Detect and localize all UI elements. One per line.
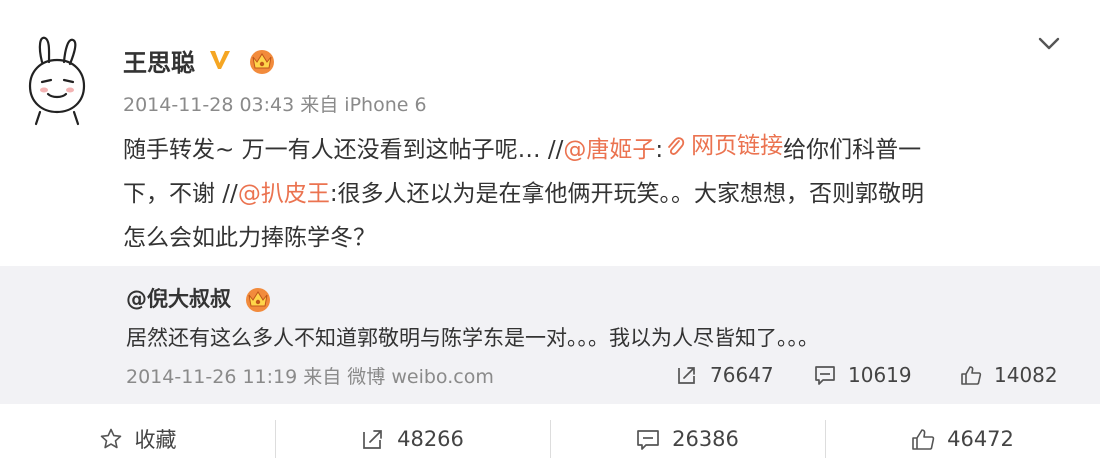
repost-comment-count[interactable]: 10619: [814, 360, 912, 390]
post-meta: 2014-11-28 03:43 来自 iPhone 6: [123, 90, 427, 117]
post-line-3: 怎么会如此力捧陈学冬？: [123, 225, 376, 251]
author-row: 王思聪: [123, 38, 279, 82]
reposted-content[interactable]: @倪大叔叔 居然还有这么多人不知道郭敬明与陈学东是一对。。。我以为人尽皆知了。。…: [0, 266, 1100, 404]
favorite-button[interactable]: 收藏: [0, 404, 275, 474]
like-count: 46472: [947, 427, 1014, 451]
comment-icon: [815, 366, 835, 385]
vip-crown-icon[interactable]: [241, 283, 275, 313]
repost-text: 居然还有这么多人不知道郭敬明与陈学东是一对。。。我以为人尽皆知了。。。: [126, 326, 819, 350]
post-line-2: 下，不谢 //@扒皮王:很多人还以为是在拿他俩开玩笑。。大家想想，否则郭敬明: [123, 181, 925, 207]
repost-meta: 2014-11-26 11:19 来自 微博 weibo.com: [126, 362, 494, 389]
repost-icon: [678, 367, 695, 384]
comment-icon: [637, 430, 659, 450]
vip-crown-icon[interactable]: [245, 45, 279, 75]
repost-count: 48266: [397, 427, 464, 451]
verified-v-icon: [210, 51, 230, 69]
comment-count: 26386: [672, 427, 739, 451]
mention-link[interactable]: @扒皮王: [238, 181, 330, 207]
repost-source: 来自 微博 weibo.com: [303, 366, 494, 388]
action-bar: 收藏 48266 26386 46472: [0, 404, 1100, 474]
thumbs-up-icon: [961, 366, 982, 385]
thumbs-up-icon: [912, 429, 935, 450]
weibo-post-card: 王思聪 2014-11-28 03:43 来自 iPhone 6 随手转发~ 万…: [0, 0, 1100, 474]
chevron-down-icon[interactable]: [1036, 30, 1062, 56]
post-source: 来自 iPhone 6: [300, 94, 427, 116]
post-timestamp[interactable]: 2014-11-28 03:43: [123, 94, 294, 116]
like-button[interactable]: 46472: [825, 404, 1100, 474]
comment-button[interactable]: 26386: [550, 404, 825, 474]
web-link[interactable]: 网页链接: [663, 124, 783, 168]
avatar[interactable]: [22, 32, 92, 128]
mention-link[interactable]: @唐姬子: [563, 137, 655, 163]
repost-author-row: @倪大叔叔: [126, 282, 275, 314]
repost-button[interactable]: 48266: [275, 404, 550, 474]
star-icon: [100, 428, 121, 449]
post-line-1: 随手转发~ 万一有人还没看到这帖子呢… //@唐姬子: 网页链接 给你们科普一: [123, 124, 1058, 172]
author-name[interactable]: 王思聪: [123, 43, 195, 78]
repost-repost-count[interactable]: 76647: [676, 360, 774, 390]
repost-like-count[interactable]: 14082: [960, 360, 1058, 390]
post-body: 随手转发~ 万一有人还没看到这帖子呢… //@唐姬子: 网页链接 给你们科普一 下，…: [123, 124, 1058, 260]
favorite-label: 收藏: [134, 428, 177, 452]
repost-timestamp[interactable]: 2014-11-26 11:19: [126, 366, 297, 388]
repost-author-name[interactable]: @倪大叔叔: [126, 283, 231, 313]
repost-icon: [363, 430, 382, 449]
paperclip-icon: [668, 137, 685, 155]
